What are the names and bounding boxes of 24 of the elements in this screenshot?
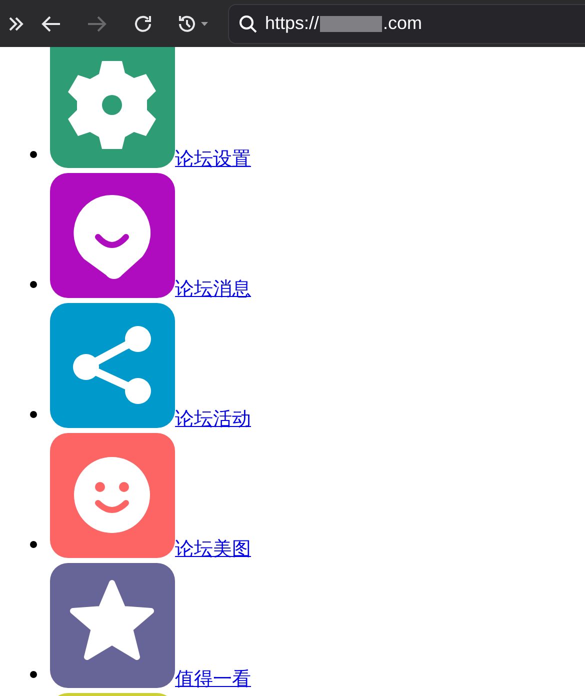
bullet-dot [30, 411, 37, 418]
forum-link[interactable]: 论坛设置 [175, 148, 251, 170]
bullet-dot [30, 151, 37, 158]
url-text: .com [383, 13, 422, 34]
forum-link[interactable]: 论坛活动 [175, 408, 251, 430]
double-chevron-icon [8, 16, 24, 32]
forum-link[interactable]: 值得一看 [175, 668, 251, 690]
address-bar[interactable]: https:// .com [228, 4, 585, 44]
share-icon[interactable] [50, 303, 175, 428]
forum-link[interactable]: 论坛美图 [175, 538, 251, 560]
bullet-dot [30, 281, 37, 288]
forward-arrow-icon [87, 14, 107, 32]
search-icon [239, 14, 257, 32]
blurred-region [320, 16, 382, 32]
bullet-dot [30, 671, 37, 678]
url-text: https:// [265, 13, 320, 34]
reload-icon [133, 14, 153, 34]
chat-bubble-icon[interactable] [50, 173, 175, 298]
settings-icon[interactable] [50, 47, 175, 168]
back-arrow-icon [41, 14, 61, 32]
forum-link[interactable]: 论坛消息 [175, 278, 251, 300]
clock-history-icon [177, 14, 209, 34]
smiley-icon[interactable] [50, 433, 175, 558]
bullet-dot [30, 541, 37, 548]
